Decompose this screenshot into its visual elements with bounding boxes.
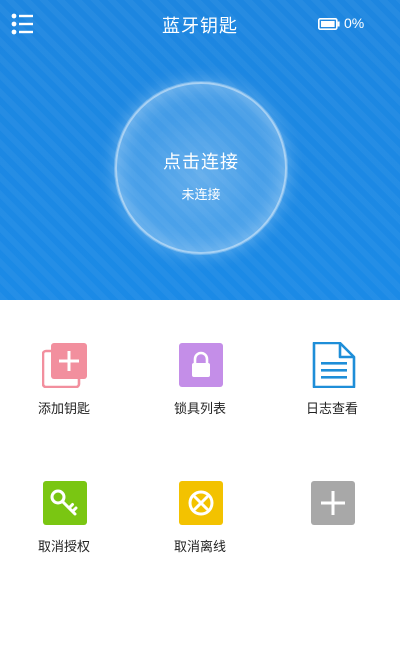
add-key-icon — [41, 342, 88, 389]
header-panel: 蓝牙钥匙 0% 点击连接 未连接 — [0, 0, 400, 300]
top-bar: 蓝牙钥匙 0% — [0, 0, 400, 48]
cancel-offline-label: 取消离线 — [173, 539, 226, 554]
connect-label: 点击连接 — [163, 152, 239, 172]
connect-button[interactable]: 点击连接 未连接 — [115, 82, 287, 254]
cancel-circle-icon — [178, 480, 224, 526]
cancel-authorization-button[interactable]: 取消授权 — [4, 438, 124, 554]
lock-list-label: 锁具列表 — [173, 401, 226, 416]
lock-list-button[interactable]: 锁具列表 — [140, 300, 260, 416]
battery-icon — [318, 17, 340, 30]
view-logs-label: 日志查看 — [305, 401, 358, 416]
key-icon — [42, 480, 88, 526]
cancel-offline-button[interactable]: 取消离线 — [140, 438, 260, 554]
add-more-button[interactable] — [272, 438, 392, 538]
document-icon — [310, 341, 356, 389]
add-key-label: 添加钥匙 — [37, 401, 90, 416]
function-grid: 添加钥匙 锁具列表 日志查看 取消授权 取消离线 — [0, 300, 400, 660]
lock-icon — [178, 342, 224, 388]
connection-status: 未连接 — [181, 187, 221, 202]
battery-percent: 0% — [344, 15, 365, 31]
add-key-button[interactable]: 添加钥匙 — [4, 300, 124, 416]
cancel-authorization-label: 取消授权 — [37, 539, 90, 554]
page-title: 蓝牙钥匙 — [162, 16, 238, 36]
view-logs-button[interactable]: 日志查看 — [272, 300, 392, 416]
plus-icon — [310, 480, 356, 526]
